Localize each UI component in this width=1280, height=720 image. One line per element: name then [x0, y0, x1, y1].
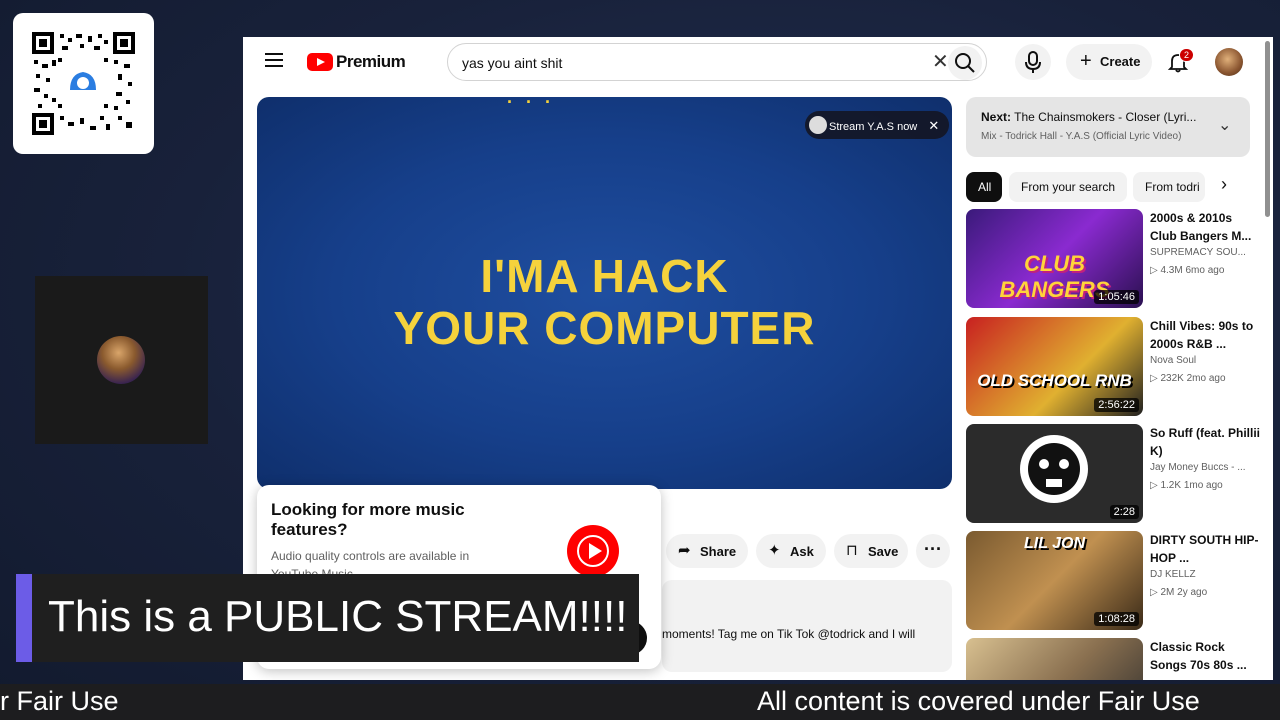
ticker-text-left: r Fair Use	[0, 686, 119, 716]
video-duration: 2:56:22	[1094, 398, 1139, 412]
notifications-button[interactable]: 2	[1167, 48, 1195, 78]
video-title: Chill Vibes: 90s to 2000s R&B ...	[1150, 319, 1254, 351]
chevron-down-icon[interactable]: ⌄	[1218, 115, 1231, 135]
video-caption-line-2: YOUR COMPUTER	[393, 302, 816, 354]
description-text: moments! Tag me on Tik Tok @todrick and …	[662, 627, 916, 641]
up-next-title: The Chainsmokers - Closer (Lyri...	[1014, 110, 1197, 124]
search-input[interactable]: yas you aint shit	[462, 55, 562, 71]
close-icon[interactable]: ✕	[928, 118, 939, 133]
more-actions-button[interactable]: ···	[916, 534, 950, 568]
more-icon: ···	[924, 539, 942, 559]
search-box[interactable]: yas you aint shit ✕	[447, 43, 987, 81]
share-icon: ➦	[678, 542, 691, 559]
list-item[interactable]: CLUB BANGERS 1:05:46 2000s & 2010s Club …	[966, 209, 1266, 309]
banner-text: This is a PUBLIC STREAM!!!!	[48, 592, 628, 641]
sparkle-icon: ✦	[768, 542, 781, 559]
video-top-text: ...	[507, 97, 565, 107]
chip-all[interactable]: All	[966, 172, 1002, 202]
up-next-prefix: Next:	[981, 110, 1012, 124]
ask-label: Ask	[790, 544, 814, 559]
webcam-panel	[35, 276, 208, 444]
up-next-panel[interactable]: Next: The Chainsmokers - Closer (Lyri...…	[966, 97, 1250, 157]
channel-name: DJ KELLZ	[1150, 569, 1196, 580]
popup-title: Looking for more music features?	[271, 500, 465, 539]
video-title: Classic Rock Songs 70s 80s ...	[1150, 640, 1247, 672]
notification-badge: 2	[1179, 48, 1195, 62]
video-duration: 1:08:28	[1094, 612, 1139, 626]
video-player[interactable]: ... I'MA HACK YOUR COMPUTER Stream Y.A.S…	[257, 97, 952, 489]
list-item[interactable]: LIL JON 1:08:28 DIRTY SOUTH HIP-HOP ... …	[966, 531, 1266, 631]
user-avatar[interactable]	[1215, 48, 1243, 76]
youtube-premium-logo[interactable]: Premium	[307, 52, 406, 72]
bookmark-icon: ⊓	[846, 542, 858, 559]
plus-icon: +	[1080, 50, 1092, 72]
youtube-play-icon	[307, 53, 333, 71]
save-label: Save	[868, 544, 899, 559]
share-button[interactable]: ➦ Share	[666, 534, 748, 568]
channel-name: Jay Money Buccs - ...	[1150, 462, 1246, 473]
video-caption-line-1: I'MA HACK	[480, 250, 729, 302]
video-meta: ▷ 1.2K 1mo ago	[1150, 480, 1223, 491]
video-thumbnail[interactable]: CLUB BANGERS 1:05:46	[966, 209, 1143, 308]
banner-accent-bar	[16, 574, 32, 662]
microphone-icon	[1025, 51, 1041, 73]
streamer-avatar	[97, 336, 145, 384]
video-thumbnail[interactable]: OLD SCHOOL RNB 2:56:22	[966, 317, 1143, 416]
thumbnail-caption: OLD SCHOOL RNB	[977, 371, 1132, 390]
video-thumbnail[interactable]: LIL JON 1:08:28	[966, 531, 1143, 630]
ticker-text-right: All content is covered under Fair Use	[757, 686, 1200, 716]
video-meta: ▷ 2M 2y ago	[1150, 587, 1208, 598]
channel-name: SUPREMACY SOU...	[1150, 247, 1246, 258]
chip-from-your-search[interactable]: From your search	[1009, 172, 1127, 202]
clear-search-icon[interactable]: ✕	[932, 52, 949, 72]
description-box[interactable]: moments! Tag me on Tik Tok @todrick and …	[662, 580, 952, 672]
up-next-line: Next: The Chainsmokers - Closer (Lyri...	[981, 110, 1211, 124]
list-item[interactable]: 2:28 So Ruff (feat. Phillii K) Jay Money…	[966, 424, 1266, 524]
create-label: Create	[1100, 54, 1141, 69]
qr-code-pattern	[32, 32, 135, 135]
video-duration: 2:28	[1109, 505, 1139, 519]
video-title: DIRTY SOUTH HIP-HOP ...	[1150, 533, 1259, 565]
channel-name: Nova Soul	[1150, 355, 1197, 366]
youtube-music-icon[interactable]	[567, 525, 619, 577]
list-item[interactable]: OLD SCHOOL RNB 2:56:22 Chill Vibes: 90s …	[966, 317, 1266, 417]
qr-code	[13, 13, 154, 154]
chevron-right-icon[interactable]: ›	[1221, 174, 1227, 195]
video-thumbnail[interactable]: 2:28	[966, 424, 1143, 523]
video-duration: 1:05:46	[1094, 290, 1139, 304]
thumbnail-caption: LIL JON	[1023, 535, 1086, 552]
chip-from-todrick[interactable]: From todri	[1133, 172, 1205, 202]
list-item[interactable]: Classic Rock Songs 70s 80s ...	[966, 638, 1266, 680]
header: Premium yas you aint shit ✕ + Create 2	[243, 37, 1273, 87]
video-thumbnail[interactable]	[966, 638, 1143, 680]
video-meta: ▷ 232K 2mo ago	[1150, 373, 1226, 384]
video-title: 2000s & 2010s Club Bangers M...	[1150, 211, 1252, 243]
fair-use-ticker: r Fair Use All content is covered under …	[0, 684, 1280, 720]
public-stream-banner: This is a PUBLIC STREAM!!!!	[16, 574, 639, 662]
menu-icon[interactable]	[265, 53, 283, 71]
search-button[interactable]	[948, 46, 982, 80]
ask-button[interactable]: ✦ Ask	[756, 534, 826, 568]
save-button[interactable]: ⊓ Save	[834, 534, 908, 568]
stream-promo-label: Stream Y.A.S now	[829, 121, 918, 133]
artist-avatar-icon	[809, 116, 827, 134]
page-scrollbar[interactable]	[1265, 41, 1270, 217]
up-next-mix: Mix - Todrick Hall - Y.A.S (Official Lyr…	[981, 131, 1182, 142]
create-button[interactable]: + Create	[1066, 44, 1152, 80]
logo-text: Premium	[336, 52, 406, 71]
share-label: Share	[700, 544, 737, 559]
video-title: So Ruff (feat. Phillii K)	[1150, 426, 1260, 458]
voice-search-button[interactable]	[1015, 44, 1051, 80]
video-meta: ▷ 4.3M 6mo ago	[1150, 265, 1225, 276]
search-icon	[955, 53, 975, 73]
stream-promo-chip[interactable]: Stream Y.A.S now ✕	[805, 111, 950, 139]
